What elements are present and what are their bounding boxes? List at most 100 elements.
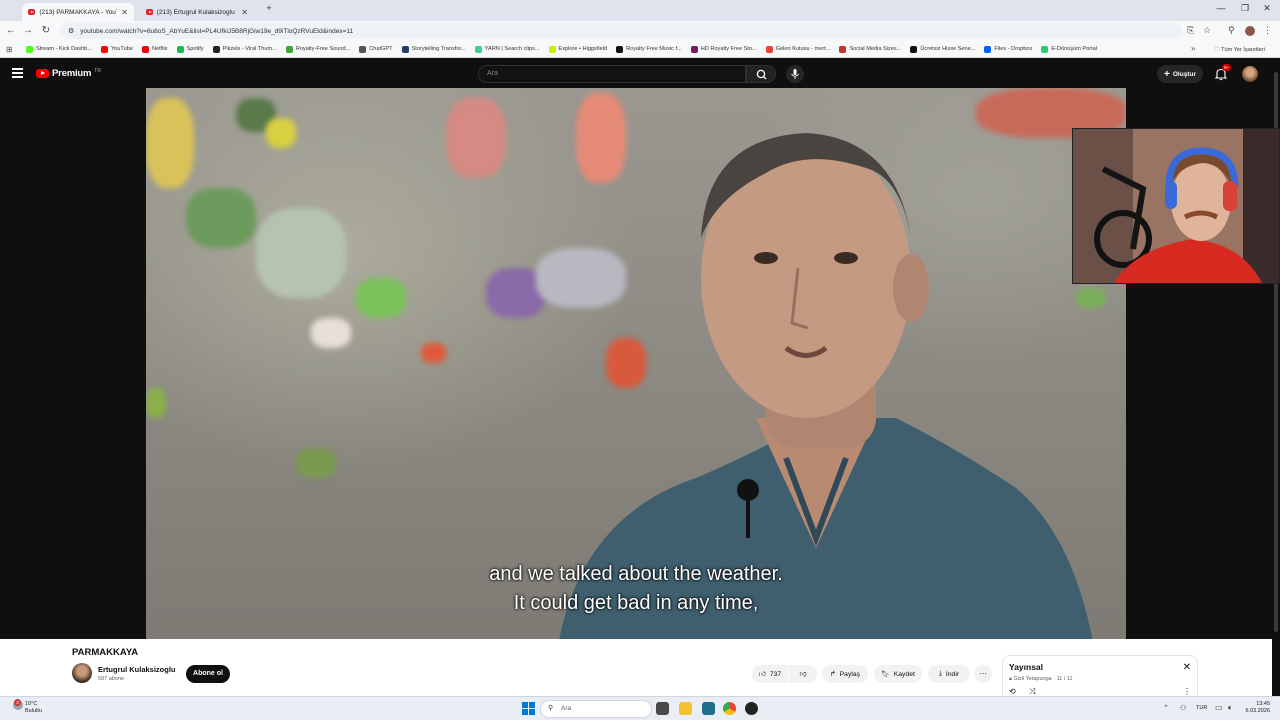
playlist-close-icon[interactable]: ✕ bbox=[1183, 662, 1191, 673]
forward-arrow-icon[interactable]: → bbox=[21, 25, 35, 36]
app-with-badge-icon[interactable] bbox=[745, 702, 758, 715]
bookmark-label: Spotify bbox=[186, 46, 204, 52]
account-avatar[interactable] bbox=[1242, 66, 1258, 82]
bookmark-item[interactable]: Storytelling Transfor... bbox=[401, 45, 466, 53]
search-input[interactable]: Ara bbox=[478, 65, 746, 83]
more-horizontal-icon: ⋯ bbox=[979, 671, 987, 678]
voice-search-button[interactable] bbox=[786, 65, 804, 83]
bookmark-label: Gelen Kutusu - mert... bbox=[775, 46, 831, 52]
extensions-icon[interactable]: ⚲ bbox=[1228, 25, 1235, 36]
share-arrow-icon: ↱ bbox=[829, 671, 836, 678]
bookmark-item[interactable]: Social Media Sizes... bbox=[839, 45, 901, 53]
dislike-button[interactable]: 👎︎ bbox=[789, 665, 817, 683]
profile-avatar[interactable] bbox=[1245, 26, 1255, 36]
bookmark-item[interactable]: YouTube bbox=[100, 45, 133, 53]
maximize-button[interactable]: ❐ bbox=[1234, 3, 1256, 14]
bookmark-label: Storytelling Transfor... bbox=[411, 46, 466, 52]
bookmark-label: YARN | Search clips... bbox=[484, 46, 540, 52]
chrome-icon[interactable] bbox=[723, 702, 736, 715]
playlist-title[interactable]: Yayınsal bbox=[1009, 662, 1043, 672]
more-bookmarks-icon[interactable]: » bbox=[1191, 44, 1195, 53]
tab-parmakkaya[interactable]: (213) PARMAKKAYA - YouT... ✕ bbox=[22, 3, 134, 21]
bookmark-item[interactable]: Ücretsiz Hisse Sene... bbox=[910, 45, 975, 53]
download-button[interactable]: ⤓ İndir bbox=[928, 665, 970, 683]
bookmark-item[interactable]: Stream - Kick Dashb... bbox=[26, 45, 92, 53]
windows-start-icon[interactable] bbox=[522, 702, 535, 715]
task-view-icon[interactable] bbox=[656, 702, 669, 715]
search-button[interactable] bbox=[746, 65, 776, 83]
tab-title: (213) Ertugrul Kulaksizoglu - Yo... bbox=[156, 8, 238, 16]
back-arrow-icon[interactable]: ← bbox=[4, 25, 18, 36]
bookmark-item[interactable]: Gelen Kutusu - mert... bbox=[765, 45, 831, 53]
window-close-button[interactable]: ✕ bbox=[1256, 3, 1278, 14]
bookmark-star-icon[interactable]: ☆ bbox=[1203, 25, 1211, 36]
create-label: Oluştur bbox=[1172, 70, 1196, 78]
bookmark-item[interactable]: Netflix bbox=[141, 45, 168, 53]
bookmark-favicon-icon bbox=[984, 45, 992, 53]
new-tab-button[interactable]: + bbox=[258, 3, 280, 13]
minimize-button[interactable]: — bbox=[1210, 3, 1232, 13]
video-player[interactable]: and we talked about the weather. It coul… bbox=[146, 88, 1126, 639]
save-button[interactable]: 🔖︎ Kaydet bbox=[874, 665, 922, 683]
weather-widget[interactable]: 10°C Bulutlu bbox=[25, 701, 42, 715]
hamburger-menu-icon[interactable] bbox=[12, 68, 23, 78]
clock[interactable]: 13:45 6.03.2026 bbox=[1246, 701, 1270, 715]
share-button[interactable]: ↱ Paylaş bbox=[822, 665, 868, 683]
store-app-icon[interactable] bbox=[702, 702, 715, 715]
network-icon[interactable]: ⚇ bbox=[1180, 704, 1186, 712]
bookmark-item[interactable]: YARN | Search clips... bbox=[474, 45, 540, 53]
bookmark-favicon-icon bbox=[359, 45, 367, 53]
bookmark-item[interactable]: HD Royalty Free Sto... bbox=[690, 45, 757, 53]
subscribe-button[interactable]: Abone ol bbox=[186, 665, 230, 683]
loop-icon[interactable]: ⟲ bbox=[1009, 687, 1016, 696]
like-count: 737 bbox=[769, 670, 782, 678]
bookmark-item[interactable]: Pikzels - Viral Thum... bbox=[212, 45, 277, 53]
url-bar[interactable]: ⚙ youtube.com/watch?v=6u8oS_AbYuE&list=P… bbox=[60, 23, 1182, 39]
input-language[interactable]: TUR bbox=[1196, 705, 1207, 711]
youtube-premium-logo[interactable]: Premium TR bbox=[36, 68, 101, 79]
more-actions-button[interactable]: ⋯ bbox=[974, 665, 992, 683]
tab-channel[interactable]: (213) Ertugrul Kulaksizoglu - Yo... ✕ bbox=[140, 3, 254, 21]
site-info-icon[interactable]: ⚙ bbox=[68, 27, 74, 35]
clock-date: 6.03.2026 bbox=[1245, 708, 1270, 714]
display-icon[interactable]: ▭ bbox=[1215, 703, 1223, 712]
bookmark-favicon-icon bbox=[401, 45, 409, 53]
bookmark-item[interactable]: ChatGPT bbox=[359, 45, 393, 53]
logo-text: Premium bbox=[52, 68, 92, 79]
channel-name[interactable]: Ertugrul Kulaksizoglu bbox=[98, 665, 176, 674]
install-icon[interactable]: ⎘ bbox=[1187, 25, 1194, 36]
tray-chevron-icon[interactable]: ⌃ bbox=[1163, 704, 1169, 712]
file-explorer-icon[interactable] bbox=[679, 702, 692, 715]
webcam-overlay bbox=[1072, 128, 1280, 284]
bookmark-label: Stream - Kick Dashb... bbox=[36, 46, 92, 52]
volume-icon[interactable]: 🔈︎ bbox=[1228, 703, 1233, 713]
apps-grid-icon[interactable]: ⊞ bbox=[6, 45, 13, 54]
reload-icon[interactable]: ↻ bbox=[39, 25, 53, 36]
channel-avatar[interactable] bbox=[72, 663, 92, 683]
menu-kebab-icon[interactable]: ⋮ bbox=[1263, 25, 1272, 36]
like-button[interactable]: 👍︎ 737 bbox=[752, 665, 788, 683]
bookmark-item[interactable]: Spotify bbox=[176, 45, 204, 53]
close-tab-icon[interactable]: ✕ bbox=[121, 8, 128, 17]
bookmark-item[interactable]: E-Dönüşüm Portal bbox=[1041, 45, 1097, 53]
bookmark-label: ChatGPT bbox=[369, 46, 393, 52]
create-button[interactable]: + Oluştur bbox=[1157, 65, 1203, 83]
taskbar-search-input[interactable]: ⚲ Ara bbox=[540, 700, 652, 718]
all-bookmarks-folder[interactable]: 🗀 Tüm Yer İşaretleri bbox=[1214, 45, 1265, 55]
playlist-menu-icon[interactable]: ⋮ bbox=[1183, 687, 1191, 696]
youtube-favicon-icon bbox=[28, 9, 36, 15]
url-text: youtube.com/watch?v=6u8oS_AbYuE&list=PL4… bbox=[80, 27, 354, 35]
bookmark-favicon-icon bbox=[548, 45, 556, 53]
bookmark-item[interactable]: Files - Dropbox bbox=[984, 45, 1033, 53]
close-tab-icon[interactable]: ✕ bbox=[241, 8, 248, 17]
download-label: İndir bbox=[945, 670, 960, 678]
plus-icon: + bbox=[1164, 68, 1170, 80]
bookmark-item[interactable]: Royalty Free Music f... bbox=[616, 45, 682, 53]
bookmark-item[interactable]: Explore • Higgsfield bbox=[548, 45, 607, 53]
bookmark-label: Files - Dropbox bbox=[994, 46, 1033, 52]
notification-badge: 9+ bbox=[1222, 64, 1232, 71]
thumbs-up-icon: 👍︎ bbox=[758, 671, 766, 678]
bookmark-item[interactable]: Royalty-Free Sound... bbox=[285, 45, 350, 53]
search-icon: ⚲ bbox=[548, 705, 554, 712]
bookmark-favicon-icon bbox=[474, 45, 482, 53]
